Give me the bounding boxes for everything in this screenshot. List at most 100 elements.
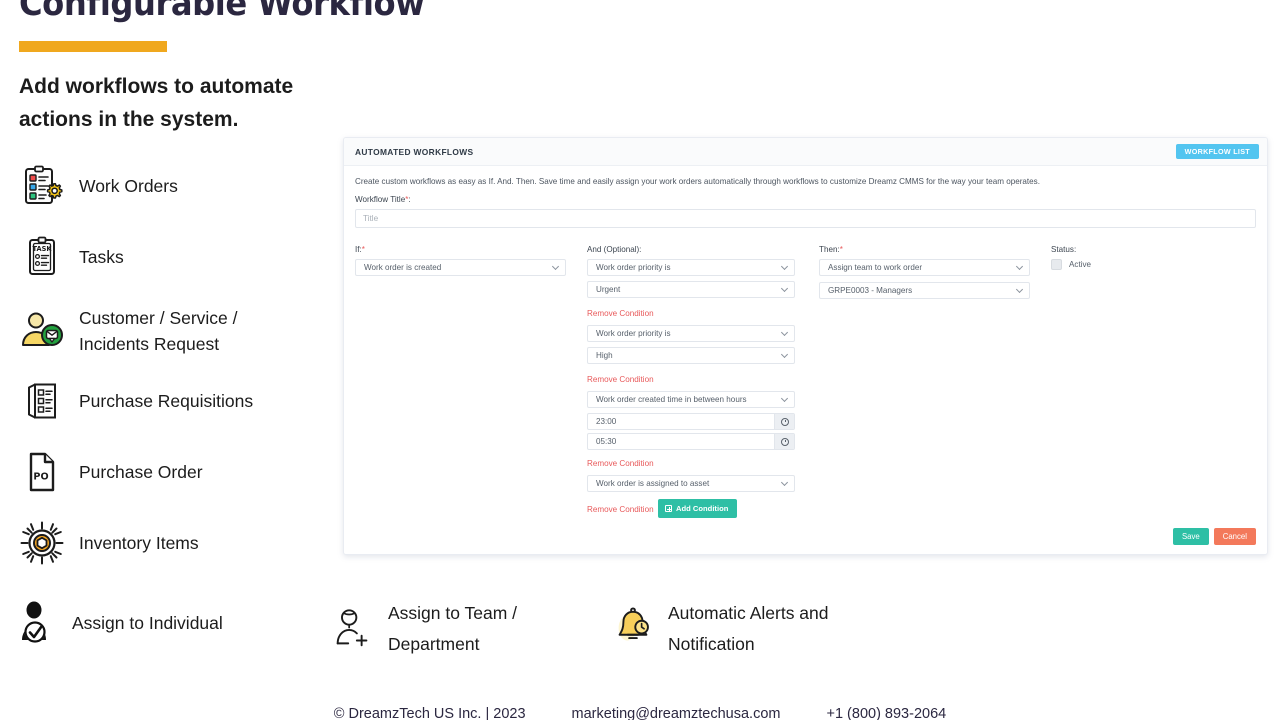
workflow-list-button[interactable]: WORKFLOW LIST: [1175, 144, 1259, 160]
app-screenshot-panel: AUTOMATED WORKFLOWS WORKFLOW LIST Create…: [343, 137, 1268, 555]
then-label-text: Then:: [819, 245, 840, 254]
and-column-label: And (Optional):: [587, 245, 642, 254]
if-trigger-value: Work order is created: [364, 263, 442, 272]
feature-label: Tasks: [79, 247, 124, 267]
chevron-down-icon: [780, 394, 789, 403]
clipboard-gear-icon: [19, 163, 65, 209]
and-condition-type-select[interactable]: Work order priority is: [587, 325, 795, 342]
remove-condition-link[interactable]: Remove Condition: [587, 375, 654, 384]
feature-purchase-order: PO Purchase Order: [19, 449, 203, 495]
remove-condition-link[interactable]: Remove Condition: [587, 505, 654, 514]
time-from-value: 23:00: [596, 417, 617, 426]
workflow-title-input[interactable]: [355, 209, 1256, 228]
and-condition-value-select[interactable]: High: [587, 347, 795, 364]
chevron-down-icon: [551, 262, 560, 271]
task-clipboard-icon: TASK: [19, 234, 65, 280]
required-asterisk: *: [839, 245, 843, 254]
slide-root: Configurable Workflow Add workflows to a…: [0, 0, 1280, 720]
person-add-icon: [330, 604, 376, 654]
feature-label: Purchase Order: [79, 462, 203, 482]
and-condition-type-select[interactable]: Work order priority is: [587, 259, 795, 276]
and-condition-value: Urgent: [596, 285, 621, 294]
bottom-feature-label: Assign to Individual: [72, 612, 223, 633]
feature-tasks: TASK Tasks: [19, 234, 124, 280]
bottom-feature-assign-individual: Assign to Individual: [14, 598, 262, 648]
chevron-down-icon: [780, 284, 789, 293]
add-condition-button[interactable]: Add Condition: [658, 499, 738, 518]
bottom-feature-alerts: Automatic Alerts and Notification: [610, 598, 858, 660]
status-column-label: Status:: [1051, 245, 1077, 254]
clock-icon[interactable]: [774, 434, 794, 449]
app-header-title: AUTOMATED WORKFLOWS: [355, 146, 474, 157]
cancel-button[interactable]: Cancel: [1213, 528, 1256, 545]
feature-purchase-requisitions: Purchase Requisitions: [19, 378, 253, 424]
required-asterisk: *: [405, 195, 409, 204]
and-condition-type-value: Work order is assigned to asset: [596, 479, 710, 488]
chevron-down-icon: [780, 350, 789, 359]
workflow-description: Create custom workflows as easy as If. A…: [355, 177, 1040, 186]
gear-nut-icon: [19, 520, 65, 566]
po-document-icon: PO: [19, 449, 65, 495]
person-check-icon: [14, 598, 60, 648]
and-column: And (Optional): Work order priority is U…: [587, 245, 819, 521]
app-header: AUTOMATED WORKFLOWS WORKFLOW LIST: [344, 138, 1267, 166]
chevron-down-icon: [780, 328, 789, 337]
remove-condition-link[interactable]: Remove Condition: [587, 309, 654, 318]
if-column-label: If:*: [355, 245, 587, 254]
and-condition-type-value: Work order created time in between hours: [596, 395, 747, 404]
bottom-feature-label: Automatic Alerts and Notification: [668, 603, 829, 654]
save-button[interactable]: Save: [1172, 528, 1209, 545]
required-asterisk: *: [361, 245, 365, 254]
clock-icon[interactable]: [774, 414, 794, 429]
footer-email: marketing@dreamztechusa.com: [571, 706, 781, 720]
feature-inventory-items: Inventory Items: [19, 520, 199, 566]
and-condition-type-select[interactable]: Work order created time in between hours: [587, 391, 795, 408]
then-target-select[interactable]: GRPE0003 - Managers: [819, 282, 1030, 299]
feature-customer-service: Customer / Service / Incidents Request: [19, 305, 284, 357]
feature-label: Inventory Items: [79, 533, 199, 553]
remove-condition-link[interactable]: Remove Condition: [587, 459, 654, 468]
and-condition-type-value: Work order priority is: [596, 263, 671, 272]
active-label: Active: [1069, 260, 1092, 269]
feature-label: Work Orders: [79, 176, 178, 196]
customer-service-icon: [19, 308, 65, 354]
page-subheading: Add workflows to automate actions in the…: [19, 75, 294, 131]
chevron-down-icon: [780, 262, 789, 271]
chevron-down-icon: [1015, 285, 1024, 294]
title-accent-bar: [19, 41, 167, 52]
feature-label: Purchase Requisitions: [79, 391, 254, 411]
if-column: If:* Work order is created: [355, 245, 587, 521]
if-trigger-select[interactable]: Work order is created: [355, 259, 566, 276]
page-footer: © DreamzTech US Inc. | 2023 marketing@dr…: [0, 706, 1280, 720]
and-condition-value: High: [596, 351, 613, 360]
then-column-label: Then:*: [819, 245, 1051, 254]
then-action-select[interactable]: Assign team to work order: [819, 259, 1030, 276]
time-from-field[interactable]: 23:00: [587, 413, 795, 430]
and-condition-value-select[interactable]: Urgent: [587, 281, 795, 298]
footer-copyright: © DreamzTech US Inc. | 2023: [333, 706, 526, 720]
if-label-text: If:: [355, 245, 362, 254]
and-condition-type-select[interactable]: Work order is assigned to asset: [587, 475, 795, 492]
time-to-value: 05:30: [596, 437, 617, 446]
condition-columns: If:* Work order is created And (Optional…: [355, 245, 1256, 521]
status-active-row: Active: [1051, 259, 1201, 270]
then-target-value: GRPE0003 - Managers: [828, 286, 913, 295]
and-condition-type-value: Work order priority is: [596, 329, 671, 338]
bottom-feature-label: Assign to Team / Department: [388, 603, 518, 654]
feature-work-orders: Work Orders: [19, 163, 178, 209]
feature-label: Customer / Service / Incidents Request: [79, 308, 238, 354]
app-body: Create custom workflows as easy as If. A…: [344, 166, 1267, 554]
footer-phone: +1 (800) 893-2064: [826, 706, 947, 720]
form-action-buttons: Save Cancel: [1172, 528, 1256, 545]
chevron-down-icon: [780, 478, 789, 487]
documents-icon: [19, 378, 65, 424]
time-to-field[interactable]: 05:30: [587, 433, 795, 450]
then-column: Then:* Assign team to work order GRPE000…: [819, 245, 1051, 521]
svg-text:PO: PO: [33, 472, 48, 483]
active-checkbox[interactable]: [1051, 259, 1062, 270]
svg-text:TASK: TASK: [33, 245, 53, 253]
workflow-title-label-text: Workflow Title: [355, 195, 406, 204]
plus-icon: [665, 505, 673, 512]
page-title: Configurable Workflow: [19, 0, 425, 24]
bottom-feature-assign-team: Assign to Team / Department: [330, 598, 578, 660]
